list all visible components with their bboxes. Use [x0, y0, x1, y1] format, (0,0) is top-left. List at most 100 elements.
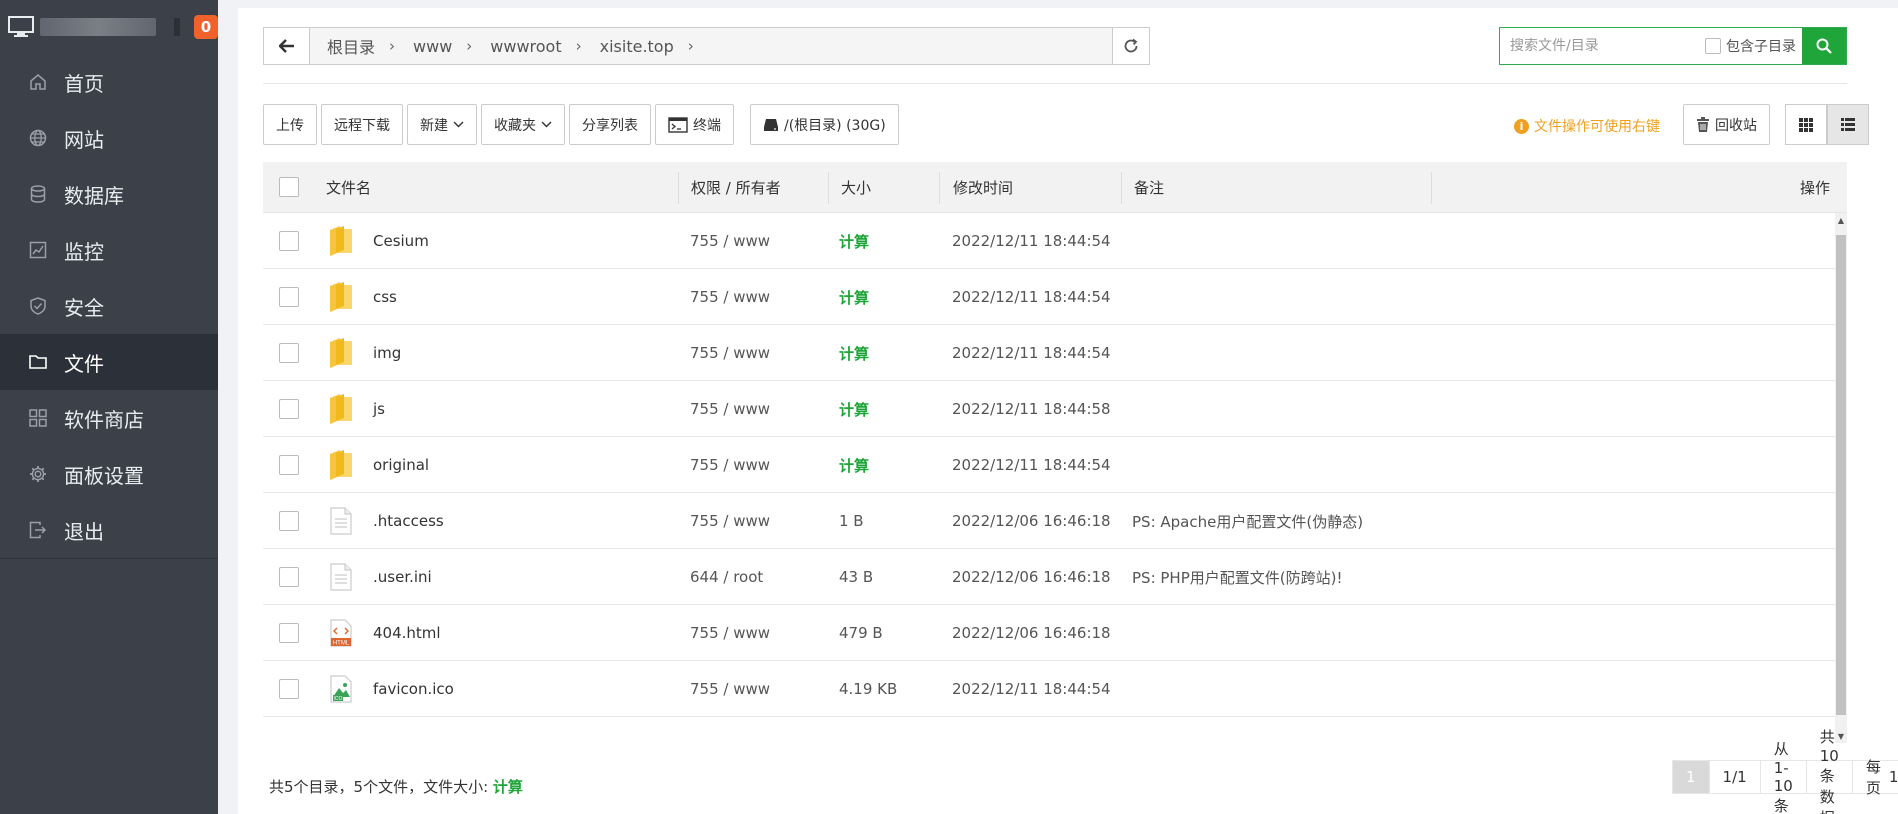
file-size[interactable]: 计算	[839, 437, 869, 493]
file-name[interactable]: css	[373, 269, 397, 325]
new-dropdown-button[interactable]: 新建	[407, 104, 477, 145]
file-perm[interactable]: 755 / www	[690, 381, 770, 437]
database-icon	[28, 184, 48, 204]
row-checkbox[interactable]	[279, 455, 299, 475]
divider	[263, 83, 1847, 84]
file-name[interactable]: original	[373, 437, 429, 493]
file-name[interactable]: .htaccess	[373, 493, 444, 549]
row-checkbox[interactable]	[279, 399, 299, 419]
file-mtime: 2022/12/06 16:46:18	[952, 624, 1111, 642]
table-row[interactable]: Cesium 755 / www 计算 2022/12/11 18:44:54	[263, 213, 1835, 269]
trash-icon	[1697, 116, 1709, 132]
file-size[interactable]: 计算	[839, 381, 869, 437]
row-checkbox[interactable]	[279, 343, 299, 363]
search-input[interactable]	[1500, 28, 1705, 64]
file-perm[interactable]: 755 / www	[690, 213, 770, 269]
sidebar-item-1[interactable]: 网站	[0, 110, 218, 166]
breadcrumb-item[interactable]: wwwroot ›	[481, 37, 590, 56]
breadcrumb-item[interactable]: xisite.top ›	[591, 37, 703, 56]
row-checkbox[interactable]	[279, 679, 299, 699]
file-perm[interactable]: 755 / www	[690, 605, 770, 661]
sidebar-item-7[interactable]: 面板设置	[0, 446, 218, 502]
ico-icon: ICO	[330, 661, 352, 717]
sidebar-item-3[interactable]: 监控	[0, 222, 218, 278]
file-name[interactable]: js	[373, 381, 385, 437]
recycle-bin-button[interactable]: 回收站	[1683, 104, 1770, 145]
file-perm[interactable]: 755 / www	[690, 661, 770, 717]
file-note[interactable]: PS: Apache用户配置文件(伪静态)	[1132, 493, 1363, 549]
info-icon: i	[1514, 118, 1529, 134]
file-mtime: 2022/12/11 18:44:58	[952, 400, 1111, 418]
monitor-chart-icon	[28, 240, 48, 260]
file-name[interactable]: 404.html	[373, 605, 441, 661]
disk-button[interactable]: /(根目录) (30G)	[750, 104, 899, 145]
table-scrollbar[interactable]: ▲ ▼	[1835, 213, 1847, 743]
row-checkbox[interactable]	[279, 231, 299, 251]
select-all-checkbox[interactable]	[279, 177, 299, 197]
breadcrumb-label: xisite.top	[599, 36, 674, 56]
file-perm[interactable]: 644 / root	[690, 549, 763, 605]
table-row[interactable]: .user.ini 644 / root 43 B 2022/12/06 16:…	[263, 549, 1835, 605]
sidebar-item-2[interactable]: 数据库	[0, 166, 218, 222]
terminal-button[interactable]: 终端	[655, 104, 734, 145]
search-button[interactable]	[1802, 28, 1846, 64]
table-row[interactable]: .htaccess 755 / www 1 B 2022/12/06 16:46…	[263, 493, 1835, 549]
row-select-cell	[279, 325, 299, 381]
col-name[interactable]: 文件名	[326, 162, 371, 212]
summary-calc-link[interactable]: 计算	[493, 778, 523, 796]
notification-badge[interactable]: 0	[194, 15, 218, 39]
file-size[interactable]: 计算	[839, 269, 869, 325]
file-perm[interactable]: 755 / www	[690, 269, 770, 325]
gear-icon	[28, 464, 48, 484]
table-row[interactable]: HTML 404.html 755 / www 479 B 2022/12/06…	[263, 605, 1835, 661]
table-row[interactable]: img 755 / www 计算 2022/12/11 18:44:54	[263, 325, 1835, 381]
file-size[interactable]: 计算	[839, 213, 869, 269]
remote-download-button[interactable]: 远程下载	[321, 104, 403, 145]
file-name[interactable]: favicon.ico	[373, 661, 454, 717]
total-count: 共10条数据	[1807, 728, 1853, 814]
col-mtime[interactable]: 修改时间	[953, 162, 1013, 212]
file-note[interactable]: PS: PHP用户配置文件(防跨站)!	[1132, 549, 1342, 605]
sidebar-item-6[interactable]: 软件商店	[0, 390, 218, 446]
scroll-up-icon[interactable]: ▲	[1836, 215, 1846, 225]
file-name[interactable]: .user.ini	[373, 549, 432, 605]
breadcrumb-item[interactable]: www ›	[404, 37, 481, 56]
table-row[interactable]: original 755 / www 计算 2022/12/11 18:44:5…	[263, 437, 1835, 493]
sidebar-item-5[interactable]: 文件	[0, 334, 218, 390]
favorites-dropdown-button[interactable]: 收藏夹	[481, 104, 565, 145]
row-checkbox[interactable]	[279, 567, 299, 587]
breadcrumb-item[interactable]: 根目录 ›	[318, 34, 404, 58]
sidebar-item-4[interactable]: 安全	[0, 278, 218, 334]
page-current[interactable]: 1	[1673, 761, 1710, 793]
breadcrumb-label: www	[413, 36, 453, 56]
table-row[interactable]: js 755 / www 计算 2022/12/11 18:44:58	[263, 381, 1835, 437]
tip-text: 文件操作可使用右键	[1534, 119, 1660, 135]
per-page-select[interactable]: 100	[1889, 768, 1898, 786]
col-size[interactable]: 大小	[841, 162, 871, 212]
share-list-button[interactable]: 分享列表	[569, 104, 651, 145]
row-checkbox[interactable]	[279, 287, 299, 307]
include-subdir-checkbox[interactable]	[1705, 38, 1721, 54]
scroll-thumb[interactable]	[1836, 235, 1846, 715]
file-name[interactable]: img	[373, 325, 401, 381]
file-perm[interactable]: 755 / www	[690, 325, 770, 381]
sidebar-item-8[interactable]: 退出	[0, 502, 218, 558]
sidebar-item-label: 监控	[64, 239, 104, 264]
file-perm[interactable]: 755 / www	[690, 493, 770, 549]
sidebar-item-0[interactable]: 首页	[0, 54, 218, 110]
refresh-button[interactable]	[1112, 27, 1150, 65]
file-perm[interactable]: 755 / www	[690, 437, 770, 493]
table-row[interactable]: css 755 / www 计算 2022/12/11 18:44:54	[263, 269, 1835, 325]
upload-button[interactable]: 上传	[263, 104, 317, 145]
grid-view-button[interactable]	[1785, 104, 1827, 145]
include-subdir-toggle[interactable]: 包含子目录	[1705, 28, 1802, 64]
file-size[interactable]: 计算	[839, 325, 869, 381]
page-range: 从1-10条	[1761, 740, 1807, 814]
list-view-button[interactable]	[1827, 104, 1869, 145]
file-mtime: 2022/12/11 18:44:54	[952, 456, 1111, 474]
row-checkbox[interactable]	[279, 511, 299, 531]
table-row[interactable]: ICO favicon.ico 755 / www 4.19 KB 2022/1…	[263, 661, 1835, 717]
file-name[interactable]: Cesium	[373, 213, 429, 269]
back-button[interactable]	[264, 28, 310, 64]
row-checkbox[interactable]	[279, 623, 299, 643]
